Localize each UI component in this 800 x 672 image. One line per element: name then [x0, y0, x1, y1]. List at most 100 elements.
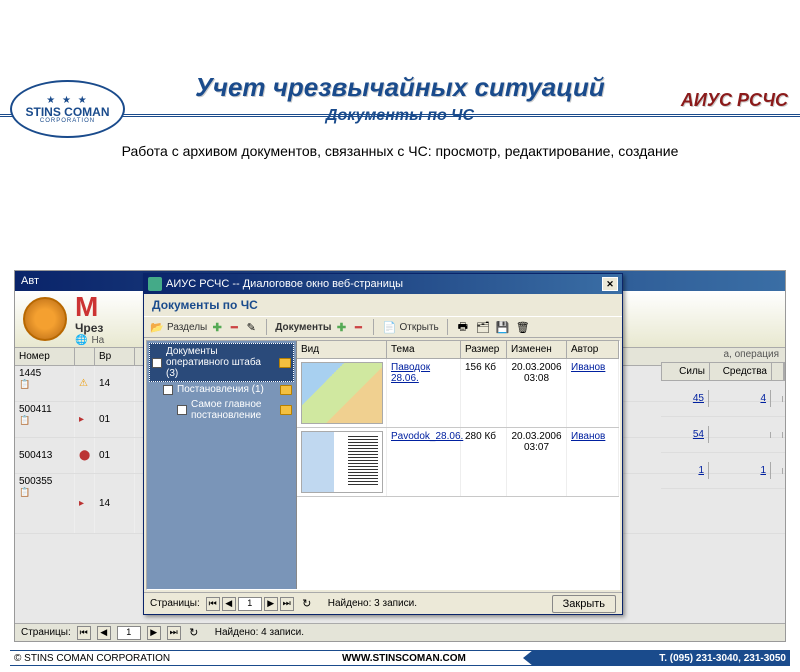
bg-titlebar-text-left: Авт	[21, 275, 39, 287]
doc-tema-link[interactable]: Паводок 28.06.	[391, 362, 430, 384]
footer-url: WWW.STINSCOMAN.COM	[275, 653, 532, 664]
row-vr: 01	[95, 438, 135, 473]
doc-tema-link[interactable]: Pavodok_28.06.	[391, 431, 463, 442]
page-next-button[interactable]: ▶	[147, 626, 161, 640]
dialog-title: АИУС РСЧС -- Диалоговое окно веб-страниц…	[166, 278, 403, 290]
app-window: Авт М Чрез 🌐 На Номер Вр 1445 📋	[14, 270, 786, 642]
doc-avtor-link[interactable]: Иванов	[571, 431, 605, 442]
page-last-button[interactable]: ⏭	[167, 626, 181, 640]
doc-rows: Паводок 28.06. 156 Кб 20.03.2006 03:08 И…	[297, 359, 619, 589]
bg-found-label: Найдено: 4 записи.	[215, 627, 304, 638]
bg-logo-letter: М	[75, 293, 104, 321]
close-icon[interactable]: ✕	[602, 277, 618, 291]
tree-item[interactable]: Самое главное постановление	[149, 397, 294, 423]
page-select[interactable]: 1	[117, 626, 141, 640]
section-add-button[interactable]: ✚	[210, 320, 224, 334]
bg-footer: Страницы: ⏮ ◀ 1 ▶ ⏭ ↻ Найдено: 4 записи.	[15, 623, 785, 641]
refresh-icon[interactable]: ↻	[300, 597, 314, 611]
col-izmenen[interactable]: Изменен	[507, 341, 567, 358]
folder-icon	[280, 385, 292, 395]
row-nomer: 500355	[19, 476, 52, 487]
right-col-headers: Силы Средства	[661, 362, 785, 381]
doc-izmenen: 20.03.2006 03:08	[507, 359, 567, 427]
doc-izmenen: 20.03.2006 03:07	[507, 428, 567, 496]
dialog-icon	[148, 277, 162, 291]
doc-add-button[interactable]: ✚	[334, 320, 348, 334]
page-first-button[interactable]: ⏮	[77, 626, 91, 640]
bg-header-row2: Чрез	[75, 321, 104, 335]
section-remove-button[interactable]: ━	[227, 320, 241, 334]
close-button[interactable]: Закрыть	[552, 595, 616, 613]
documents-label: Документы	[275, 322, 331, 333]
checkbox-icon[interactable]	[177, 405, 187, 415]
page-last-button[interactable]: ⏭	[280, 597, 294, 611]
bg-pages-label: Страницы:	[21, 627, 71, 638]
cell-sily[interactable]: 1	[661, 462, 709, 479]
col-sily[interactable]: Силы	[662, 363, 710, 380]
section-edit-button[interactable]: ✎	[244, 320, 258, 334]
col-tema[interactable]: Тема	[387, 341, 461, 358]
footer-phone: Т. (095) 231-3040, 231-3050	[533, 651, 790, 665]
tree-item[interactable]: Документы оперативного штаба (3)	[149, 343, 294, 382]
open-group[interactable]: 📄 Открыть	[382, 320, 438, 334]
open-label: Открыть	[399, 322, 438, 333]
bg-right-label: а, операция	[661, 347, 785, 362]
tool-icon-2[interactable]: 🗂	[476, 320, 490, 334]
doc-thumbnail[interactable]	[301, 362, 383, 424]
row-nomer: 500411	[19, 404, 52, 415]
tool-icon-4[interactable]: 🗑	[516, 320, 530, 334]
doc-remove-button[interactable]: ━	[351, 320, 365, 334]
dialog-titlebar[interactable]: АИУС РСЧС -- Диалоговое окно веб-страниц…	[144, 274, 622, 294]
right-row: 45 4	[661, 381, 785, 417]
dialog: АИУС РСЧС -- Диалоговое окно веб-страниц…	[143, 273, 623, 615]
bg-header-row3-text: На	[91, 335, 104, 346]
col-blank	[75, 348, 95, 365]
doc-avtor-link[interactable]: Иванов	[571, 362, 605, 373]
checkbox-icon[interactable]	[152, 358, 162, 368]
page-select[interactable]: 1	[238, 597, 262, 611]
page-next-button[interactable]: ▶	[264, 597, 278, 611]
document-area: Вид Тема Размер Изменен Автор Паводок 28…	[297, 341, 619, 589]
doc-thumbnail[interactable]	[301, 431, 383, 493]
row-vr: 01	[95, 402, 135, 437]
page-prev-button[interactable]: ◀	[222, 597, 236, 611]
cell-sredstva[interactable]: 1	[709, 462, 771, 479]
right-row: 1 1	[661, 453, 785, 489]
col-nomer[interactable]: Номер	[15, 348, 75, 365]
brand-right: АИУС РСЧС	[681, 90, 788, 111]
documents-group: Документы ✚ ━	[275, 320, 365, 334]
cell-sredstva	[709, 432, 771, 438]
doc-row[interactable]: Паводок 28.06. 156 Кб 20.03.2006 03:08 И…	[297, 359, 619, 428]
col-sredstva[interactable]: Средства	[710, 363, 772, 380]
tool-icon-1[interactable]: 🖶	[456, 320, 470, 334]
row-vr: 14	[95, 474, 135, 533]
doc-razmer: 156 Кб	[461, 359, 507, 427]
save-icon[interactable]: 💾	[496, 320, 510, 334]
doc-row[interactable]: Pavodok_28.06. 280 Кб 20.03.2006 03:07 И…	[297, 428, 619, 497]
cell-sily[interactable]: 54	[661, 426, 709, 443]
col-avtor[interactable]: Автор	[567, 341, 619, 358]
emblem-icon	[23, 297, 67, 341]
logo-text: STINS COMAN	[26, 106, 110, 118]
page-first-button[interactable]: ⏮	[206, 597, 220, 611]
tree-label: Документы оперативного штаба (3)	[166, 346, 275, 379]
page-prev-button[interactable]: ◀	[97, 626, 111, 640]
row-nomer: 1445	[19, 368, 41, 379]
dialog-footer: Страницы: ⏮ ◀ 1 ▶ ⏭ ↻ Найдено: 3 записи.…	[144, 592, 622, 614]
cell-sily[interactable]: 45	[661, 390, 709, 407]
checkbox-icon[interactable]	[163, 385, 173, 395]
row-nomer: 500413	[15, 438, 75, 473]
cell-sredstva[interactable]: 4	[709, 390, 771, 407]
tree-label: Постановления (1)	[177, 384, 276, 395]
refresh-icon[interactable]: ↻	[187, 626, 201, 640]
col-vr[interactable]: Вр	[95, 348, 135, 365]
logo: ★ ★ ★ STINS COMAN CORPORATION	[10, 80, 125, 138]
pager: ⏮ ◀ 1 ▶ ⏭	[206, 597, 294, 611]
tree-item[interactable]: Постановления (1)	[149, 382, 294, 397]
col-razmer[interactable]: Размер	[461, 341, 507, 358]
open-icon: 📄	[382, 320, 396, 334]
page-footer: © STINS COMAN CORPORATION WWW.STINSCOMAN…	[10, 650, 790, 666]
sections-label: Разделы	[167, 322, 207, 333]
tree-label: Самое главное постановление	[191, 399, 276, 421]
col-vid[interactable]: Вид	[297, 341, 387, 358]
